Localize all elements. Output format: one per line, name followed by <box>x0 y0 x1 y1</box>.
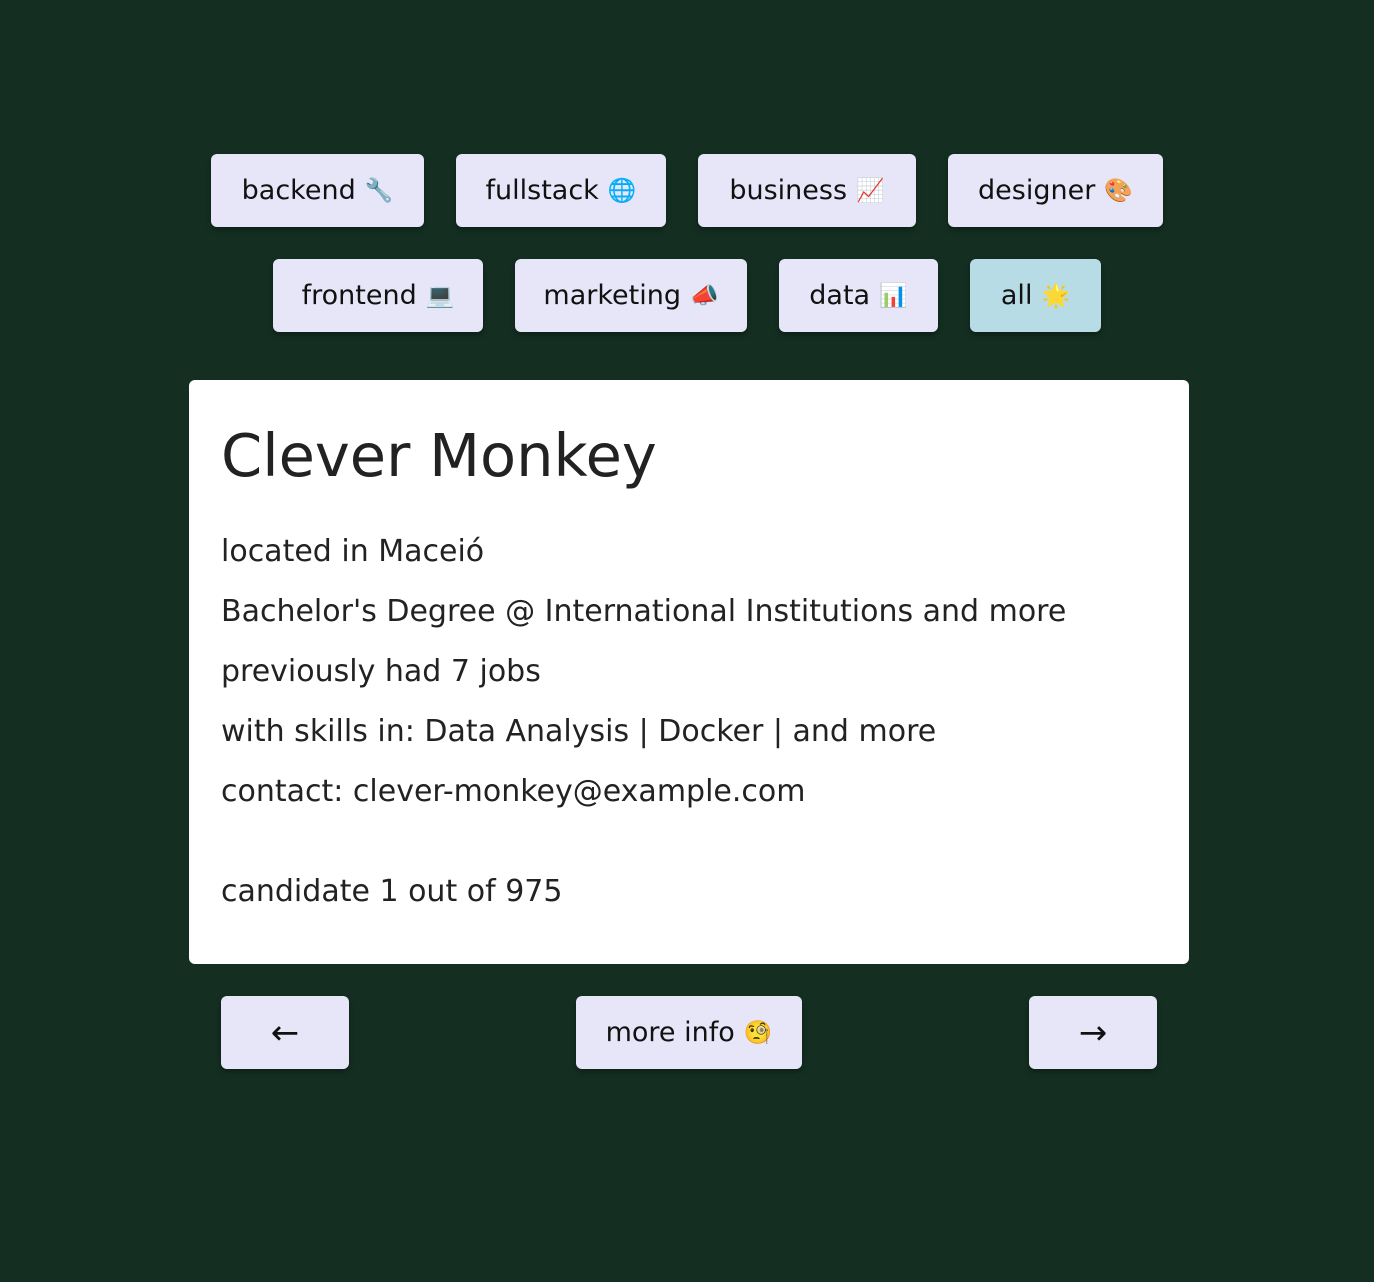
filter-all-button[interactable]: all 🌟 <box>970 259 1101 332</box>
filter-backend-icon: 🔧 <box>364 178 394 204</box>
filter-row-2: frontend 💻 marketing 📣 data 📊 all 🌟 <box>0 259 1374 332</box>
filter-frontend-icon: 💻 <box>425 283 455 309</box>
filter-all-icon: 🌟 <box>1041 283 1071 309</box>
filter-label: all <box>1000 280 1033 311</box>
previous-button[interactable]: ← <box>221 996 349 1069</box>
filter-designer-button[interactable]: designer 🎨 <box>948 154 1163 227</box>
next-button[interactable]: → <box>1029 996 1157 1069</box>
filter-label: frontend <box>301 280 417 311</box>
filter-backend-button[interactable]: backend 🔧 <box>211 154 424 227</box>
monocle-face-icon: 🧐 <box>743 1020 773 1046</box>
arrow-left-icon: ← <box>270 1012 300 1053</box>
candidate-location: located in Maceió <box>221 534 485 569</box>
filter-fullstack-icon: 🌐 <box>607 178 637 204</box>
filter-designer-icon: 🎨 <box>1104 178 1133 204</box>
filter-marketing-button[interactable]: marketing 📣 <box>515 259 747 332</box>
candidate-skills: with skills in: Data Analysis | Docker |… <box>221 714 937 749</box>
candidate-jobs: previously had 7 jobs <box>221 654 541 689</box>
filter-marketing-icon: 📣 <box>689 283 719 309</box>
filter-fullstack-button[interactable]: fullstack 🌐 <box>456 154 666 227</box>
filter-row-1: backend 🔧 fullstack 🌐 business 📈 designer 🎨 <box>0 154 1374 227</box>
candidate-name: Clever Monkey <box>221 421 657 490</box>
filter-label: designer <box>978 175 1096 206</box>
filter-data-button[interactable]: data 📊 <box>779 259 938 332</box>
candidate-education: Bachelor's Degree @ International Instit… <box>221 594 1067 629</box>
candidate-counter: candidate 1 out of 975 <box>221 874 563 909</box>
candidate-contact[interactable]: contact: clever-monkey@example.com <box>221 762 1157 822</box>
filter-label: backend <box>241 175 356 206</box>
filter-frontend-button[interactable]: frontend 💻 <box>273 259 483 332</box>
arrow-right-icon: → <box>1078 1012 1108 1053</box>
candidate-card: Clever Monkey located in Maceió Bachelor… <box>189 380 1189 964</box>
filter-label: fullstack <box>485 175 599 206</box>
filter-business-button[interactable]: business 📈 <box>698 154 916 227</box>
filter-label: data <box>809 280 871 311</box>
filter-data-icon: 📊 <box>879 283 908 309</box>
more-info-button[interactable]: more info 🧐 <box>576 996 802 1069</box>
filter-label: marketing <box>543 280 681 311</box>
more-info-label: more info <box>605 1017 735 1048</box>
filter-business-icon: 📈 <box>856 178 885 204</box>
filter-label: business <box>729 175 848 206</box>
